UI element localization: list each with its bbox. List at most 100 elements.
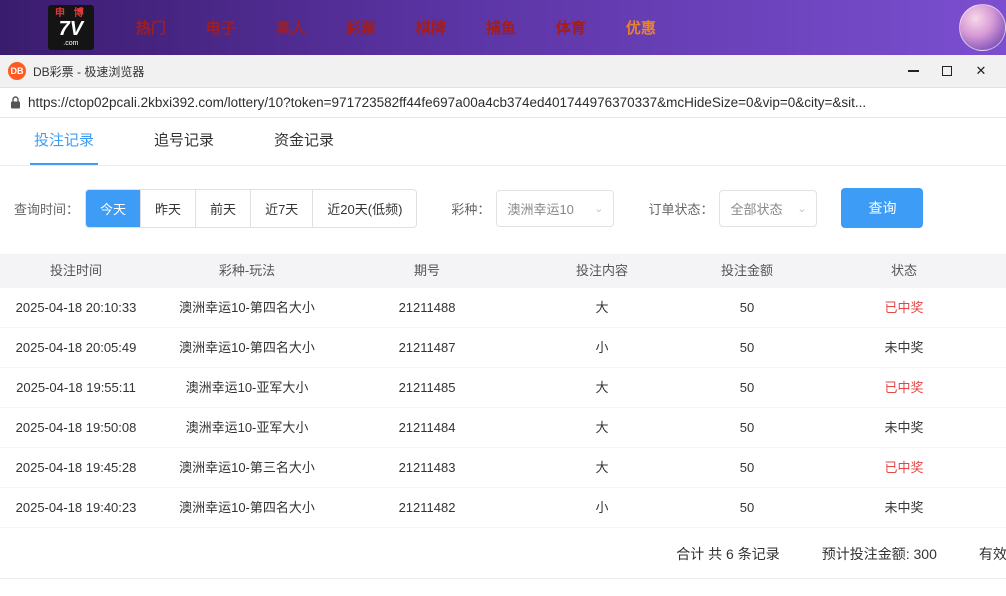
cell-content: 小 bbox=[512, 488, 692, 528]
logo-text-com: .com bbox=[63, 40, 78, 48]
tab-chase-records[interactable]: 追号记录 bbox=[150, 115, 218, 165]
cell-issue: 21211482 bbox=[342, 488, 512, 528]
nav-item-hot[interactable]: 热门 bbox=[116, 17, 186, 38]
cell-status: 未中奖 bbox=[802, 328, 1006, 368]
cell-content: 大 bbox=[512, 368, 692, 408]
record-tabs: 投注记录 追号记录 资金记录 bbox=[0, 118, 1006, 166]
nav-item-live[interactable]: 真人 bbox=[256, 17, 326, 38]
cell-content: 大 bbox=[512, 408, 692, 448]
nav-item-fishing[interactable]: 捕鱼 bbox=[466, 17, 536, 38]
lottery-filter-label: 彩种： bbox=[451, 199, 490, 218]
cell-status: 未中奖 bbox=[802, 408, 1006, 448]
search-button[interactable]: 查询 bbox=[841, 188, 923, 228]
bottom-divider bbox=[0, 578, 1006, 596]
cell-status: 已中奖 bbox=[802, 448, 1006, 488]
time-option-7days[interactable]: 近7天 bbox=[250, 190, 312, 227]
table-row: 2025-04-18 19:40:23 澳洲幸运10-第四名大小 2121148… bbox=[0, 488, 1006, 528]
col-header-issue: 期号 bbox=[342, 254, 512, 288]
cell-issue: 21211488 bbox=[342, 288, 512, 328]
chevron-down-icon: ⌄ bbox=[797, 202, 806, 215]
cell-amount: 50 bbox=[692, 288, 802, 328]
table-row: 2025-04-18 19:50:08 澳洲幸运10-亚军大小 21211484… bbox=[0, 408, 1006, 448]
minimize-icon bbox=[908, 70, 919, 72]
table-row: 2025-04-18 19:45:28 澳洲幸运10-第三名大小 2121148… bbox=[0, 448, 1006, 488]
time-option-20days[interactable]: 近20天(低频) bbox=[312, 190, 416, 227]
cell-status: 未中奖 bbox=[802, 488, 1006, 528]
table-row: 2025-04-18 20:05:49 澳洲幸运10-第四名大小 2121148… bbox=[0, 328, 1006, 368]
col-header-content: 投注内容 bbox=[512, 254, 692, 288]
cell-time: 2025-04-18 20:05:49 bbox=[0, 328, 152, 368]
nav-item-lottery[interactable]: 彩票 bbox=[326, 17, 396, 38]
time-option-today[interactable]: 今天 bbox=[86, 190, 140, 227]
cell-amount: 50 bbox=[692, 448, 802, 488]
order-status-select[interactable]: 全部状态 ⌄ bbox=[719, 190, 817, 227]
user-avatar[interactable] bbox=[959, 4, 1006, 51]
browser-titlebar: DB DB彩票 - 极速浏览器 ✕ bbox=[0, 55, 1006, 88]
cell-amount: 50 bbox=[692, 408, 802, 448]
table-row: 2025-04-18 19:55:11 澳洲幸运10-亚军大小 21211485… bbox=[0, 368, 1006, 408]
cell-content: 大 bbox=[512, 448, 692, 488]
table-header: 投注时间 彩种-玩法 期号 投注内容 投注金额 状态 bbox=[0, 254, 1006, 288]
nav-item-cards[interactable]: 棋牌 bbox=[396, 17, 466, 38]
browser-app-icon: DB bbox=[8, 62, 26, 80]
cell-amount: 50 bbox=[692, 488, 802, 528]
minimize-button[interactable] bbox=[896, 58, 930, 84]
cell-time: 2025-04-18 19:40:23 bbox=[0, 488, 152, 528]
status-filter-label: 订单状态： bbox=[648, 199, 713, 218]
logo-text-7v: 7V bbox=[59, 19, 83, 40]
summary-valid-amount: 有效投注金额: 300 bbox=[979, 544, 1006, 564]
tab-fund-records[interactable]: 资金记录 bbox=[270, 115, 338, 165]
summary-expected-amount: 预计投注金额: 300 bbox=[822, 544, 937, 564]
cell-game: 澳洲幸运10-第四名大小 bbox=[152, 288, 342, 328]
cell-time: 2025-04-18 19:45:28 bbox=[0, 448, 152, 488]
col-header-game: 彩种-玩法 bbox=[152, 254, 342, 288]
table-row: 2025-04-18 20:10:33 澳洲幸运10-第四名大小 2121148… bbox=[0, 288, 1006, 328]
time-option-yesterday[interactable]: 昨天 bbox=[140, 190, 195, 227]
nav-item-slots[interactable]: 电子 bbox=[186, 17, 256, 38]
window-controls: ✕ bbox=[896, 58, 998, 84]
site-logo[interactable]: 申 博 7V .com bbox=[48, 5, 94, 50]
cell-issue: 21211485 bbox=[342, 368, 512, 408]
filter-bar: 查询时间： 今天 昨天 前天 近7天 近20天(低频) 彩种： 澳洲幸运10 ⌄… bbox=[0, 166, 1006, 250]
cell-content: 大 bbox=[512, 288, 692, 328]
chevron-down-icon: ⌄ bbox=[594, 202, 603, 215]
cell-time: 2025-04-18 20:10:33 bbox=[0, 288, 152, 328]
time-filter-label: 查询时间： bbox=[14, 199, 79, 218]
maximize-icon bbox=[942, 66, 952, 76]
nav-item-sports[interactable]: 体育 bbox=[536, 17, 606, 38]
site-header: 申 博 7V .com 热门 电子 真人 彩票 棋牌 捕鱼 体育 优惠 bbox=[0, 0, 1006, 55]
time-option-daybefore[interactable]: 前天 bbox=[195, 190, 250, 227]
cell-status: 已中奖 bbox=[802, 368, 1006, 408]
cell-time: 2025-04-18 19:55:11 bbox=[0, 368, 152, 408]
cell-game: 澳洲幸运10-第四名大小 bbox=[152, 328, 342, 368]
cell-amount: 50 bbox=[692, 328, 802, 368]
col-header-time: 投注时间 bbox=[0, 254, 152, 288]
summary-bar: 合计 共 6 条记录 预计投注金额: 300 有效投注金额: 300 bbox=[0, 528, 1006, 578]
nav-item-promos[interactable]: 优惠 bbox=[606, 17, 676, 38]
order-status-value: 全部状态 bbox=[730, 199, 782, 218]
cell-content: 小 bbox=[512, 328, 692, 368]
cell-issue: 21211487 bbox=[342, 328, 512, 368]
cell-issue: 21211484 bbox=[342, 408, 512, 448]
lottery-select-value: 澳洲幸运10 bbox=[507, 199, 573, 218]
window-title: DB彩票 - 极速浏览器 bbox=[33, 63, 896, 80]
cell-issue: 21211483 bbox=[342, 448, 512, 488]
cell-status: 已中奖 bbox=[802, 288, 1006, 328]
col-header-status: 状态 bbox=[802, 254, 1006, 288]
tab-bet-records[interactable]: 投注记录 bbox=[30, 115, 98, 165]
summary-total-count: 合计 共 6 条记录 bbox=[676, 544, 779, 564]
url-text[interactable]: https://ctop02pcali.2kbxi392.com/lottery… bbox=[28, 95, 866, 110]
cell-game: 澳洲幸运10-亚军大小 bbox=[152, 368, 342, 408]
address-bar[interactable]: https://ctop02pcali.2kbxi392.com/lottery… bbox=[0, 88, 1006, 118]
close-button[interactable]: ✕ bbox=[964, 58, 998, 84]
maximize-button[interactable] bbox=[930, 58, 964, 84]
time-filter-group: 今天 昨天 前天 近7天 近20天(低频) bbox=[85, 189, 417, 228]
col-header-amount: 投注金额 bbox=[692, 254, 802, 288]
lock-icon bbox=[10, 96, 21, 109]
cell-amount: 50 bbox=[692, 368, 802, 408]
cell-game: 澳洲幸运10-第三名大小 bbox=[152, 448, 342, 488]
lottery-select[interactable]: 澳洲幸运10 ⌄ bbox=[496, 190, 614, 227]
cell-time: 2025-04-18 19:50:08 bbox=[0, 408, 152, 448]
site-nav-menu: 热门 电子 真人 彩票 棋牌 捕鱼 体育 优惠 bbox=[116, 17, 676, 38]
cell-game: 澳洲幸运10-亚军大小 bbox=[152, 408, 342, 448]
